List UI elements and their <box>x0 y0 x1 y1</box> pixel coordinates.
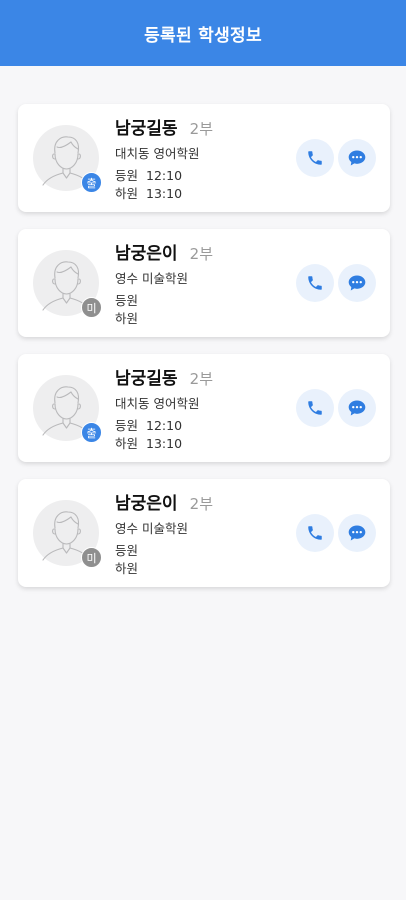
checkout-label: 하원 <box>115 561 139 576</box>
message-button[interactable] <box>338 139 376 177</box>
student-card[interactable]: 미 남궁은이 2부 영수 미술학원 등원 하원 <box>18 229 390 337</box>
checkout-row: 하원 13:10 <box>115 433 182 452</box>
checkout-time: 13:10 <box>146 436 183 451</box>
student-name: 남궁은이 <box>115 494 178 514</box>
class-label: 2부 <box>189 120 213 138</box>
student-list: 출 남궁길동 2부 대치동 영어학원 등원 12:10 하원 13:10 미 남… <box>18 104 390 604</box>
app-header: 등록된 학생정보 <box>0 0 406 66</box>
class-label: 2부 <box>189 370 213 388</box>
chat-icon <box>348 275 366 291</box>
checkout-row: 하원 <box>115 558 146 577</box>
checkout-label: 하원 <box>115 436 139 451</box>
student-name: 남궁길동 <box>115 369 178 389</box>
checkin-row: 등원 <box>115 540 146 559</box>
student-card[interactable]: 출 남궁길동 2부 대치동 영어학원 등원 12:10 하원 13:10 <box>18 354 390 462</box>
call-button[interactable] <box>296 389 334 427</box>
attendance-badge: 미 <box>81 297 102 318</box>
class-label: 2부 <box>189 245 213 263</box>
page-title: 등록된 학생정보 <box>144 25 262 46</box>
academy-name: 대치동 영어학원 <box>115 146 200 161</box>
student-card[interactable]: 미 남궁은이 2부 영수 미술학원 등원 하원 <box>18 479 390 587</box>
message-button[interactable] <box>338 264 376 302</box>
phone-icon <box>308 401 322 415</box>
chat-icon <box>348 400 366 416</box>
academy-name: 영수 미술학원 <box>115 271 188 286</box>
call-button[interactable] <box>296 139 334 177</box>
checkout-label: 하원 <box>115 186 139 201</box>
student-card[interactable]: 출 남궁길동 2부 대치동 영어학원 등원 12:10 하원 13:10 <box>18 104 390 212</box>
checkin-time: 12:10 <box>146 418 183 433</box>
checkin-label: 등원 <box>115 418 139 433</box>
phone-icon <box>308 526 322 540</box>
call-button[interactable] <box>296 264 334 302</box>
checkout-time: 13:10 <box>146 186 183 201</box>
checkin-label: 등원 <box>115 543 139 558</box>
message-button[interactable] <box>338 389 376 427</box>
call-button[interactable] <box>296 514 334 552</box>
phone-icon <box>308 151 322 165</box>
attendance-badge: 미 <box>81 547 102 568</box>
academy-name: 영수 미술학원 <box>115 521 188 536</box>
message-button[interactable] <box>338 514 376 552</box>
student-name: 남궁은이 <box>115 244 178 264</box>
checkin-row: 등원 12:10 <box>115 165 182 184</box>
student-name: 남궁길동 <box>115 119 178 139</box>
attendance-badge: 출 <box>81 172 102 193</box>
checkin-label: 등원 <box>115 168 139 183</box>
checkout-row: 하원 13:10 <box>115 183 182 202</box>
chat-icon <box>348 150 366 166</box>
checkin-time: 12:10 <box>146 168 183 183</box>
checkin-label: 등원 <box>115 293 139 308</box>
academy-name: 대치동 영어학원 <box>115 396 200 411</box>
checkin-row: 등원 12:10 <box>115 415 182 434</box>
checkout-row: 하원 <box>115 308 146 327</box>
checkin-row: 등원 <box>115 290 146 309</box>
class-label: 2부 <box>189 495 213 513</box>
phone-icon <box>308 276 322 290</box>
checkout-label: 하원 <box>115 311 139 326</box>
chat-icon <box>348 525 366 541</box>
attendance-badge: 출 <box>81 422 102 443</box>
